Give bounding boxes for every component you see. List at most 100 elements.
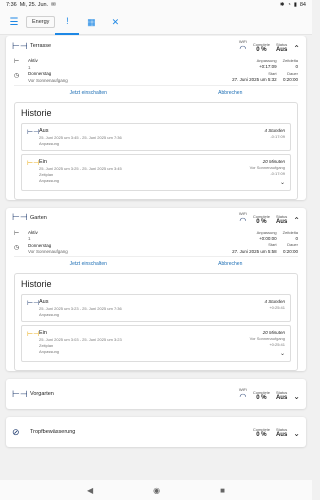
card-header[interactable]: ⊘ Tropfbewässerung Complete 0 % Status Aus… bbox=[6, 417, 306, 447]
card-header[interactable]: ⊢⊣ Vorgarten WiFi ◠ Complete 0 % Status Aus… bbox=[6, 379, 306, 409]
valve-card-terrasse: ⊢⊣ Terrasse WiFi ◠ Complete 0 % Status Aus … bbox=[6, 36, 306, 200]
history-entry[interactable]: ⊢⊣ Ein 25. Juni 2025 um 3:25 - 25. Juni … bbox=[21, 153, 291, 191]
valve-name: Vorgarten bbox=[30, 391, 54, 397]
history-panel: Historie ⊢⊣ Aus 25. Juni 2025 um 3:23 - … bbox=[14, 273, 298, 371]
history-title: Historie bbox=[21, 107, 52, 118]
valve-small-icon: ⊢ bbox=[14, 230, 20, 237]
chevron-down-icon[interactable]: ⌄ bbox=[293, 429, 300, 438]
valve-name: Tropfbewässerung bbox=[30, 429, 76, 435]
schedule-detail: ⊢ ◷ Aktiv 1 Donnerstag Vor Sonnenaufgang… bbox=[6, 228, 306, 257]
chevron-down-icon[interactable]: ⌄ bbox=[280, 179, 285, 186]
history-range: 25. Juni 2025 um 3:25 - 25. Juni 2025 um… bbox=[39, 165, 122, 171]
valve-card-garten: ⊢⊣ Garten WiFi ◠ Complete 0 % Status Aus ⌃ … bbox=[6, 207, 306, 371]
card-actions: Jetzt einschalten Abbrechen bbox=[14, 84, 298, 98]
history-entry[interactable]: ⊢⊣ Ein 25. Juni 2025 um 3:03 - 25. Juni … bbox=[21, 325, 291, 362]
clock-icon: ◷ bbox=[14, 73, 20, 79]
valve-small-icon: ⊢ bbox=[14, 59, 20, 65]
history-duration: 20 Minuten bbox=[262, 158, 285, 164]
history-right-sub: Vor Sonnenaufgang bbox=[249, 336, 285, 341]
back-icon[interactable]: ◀ bbox=[87, 486, 93, 495]
history-right-val: -0:17:09 bbox=[270, 133, 285, 139]
offset-label: Anpassung bbox=[256, 58, 277, 63]
tab-irrigation-icon[interactable]: ǃ bbox=[55, 10, 80, 35]
valve-icon: ⊢⊣ bbox=[12, 388, 28, 399]
valve-off-icon: ⊢⊣ bbox=[27, 300, 40, 307]
start-value: 27. Juni 2025 um 5:58 bbox=[232, 248, 277, 254]
repeat-sub: Vor Sonnenaufgang bbox=[28, 77, 68, 83]
history-sub: Zeitplan bbox=[39, 171, 54, 177]
history-sub: Anpassung bbox=[39, 312, 60, 317]
chevron-down-icon[interactable]: ⌄ bbox=[293, 392, 300, 401]
clock-icon: ◷ bbox=[14, 244, 20, 251]
wifi-status-icon: ◔ bbox=[287, 2, 291, 8]
home-icon[interactable]: ◉ bbox=[153, 486, 160, 495]
complete-value: 0 % bbox=[256, 395, 267, 401]
start-label: Start bbox=[268, 70, 277, 76]
history-entry[interactable]: ⊢⊣ Aus 25. Juni 2025 um 3:45 - 25. Juni … bbox=[21, 122, 291, 151]
card-header[interactable]: ⊢⊣ Garten WiFi ◠ Complete 0 % Status Aus ⌃ bbox=[6, 208, 306, 228]
start-value: 27. Juni 2025 um 5:32 bbox=[232, 77, 277, 83]
start-now-button[interactable]: Jetzt einschalten bbox=[70, 261, 107, 267]
duration-value: 0:20:00 bbox=[282, 77, 298, 83]
offset-label: Anpassung bbox=[256, 229, 277, 235]
tab-tools-icon[interactable]: ✕ bbox=[103, 10, 127, 35]
valve-icon: ⊢⊣ bbox=[12, 212, 28, 222]
history-state: Ein bbox=[39, 158, 47, 165]
wifi-icon: ◠ bbox=[239, 215, 247, 225]
history-state: Ein bbox=[39, 330, 47, 336]
status-value: Aus bbox=[275, 218, 288, 225]
repeat-label: Donnerstag bbox=[28, 71, 52, 76]
wifi-icon: ◠ bbox=[239, 392, 247, 401]
history-sub2: Anpassung bbox=[39, 349, 60, 354]
card-header[interactable]: ⊢⊣ Terrasse WiFi ◠ Complete 0 % Status Aus … bbox=[6, 36, 306, 56]
cancel-button[interactable]: Abbrechen bbox=[218, 90, 242, 96]
history-sub2: Anpassung bbox=[39, 177, 60, 183]
chevron-down-icon[interactable]: ⌄ bbox=[280, 350, 285, 357]
duration-value: 0:20:00 bbox=[282, 248, 298, 254]
wifi-icon: ◠ bbox=[239, 44, 247, 53]
zone-label: Zeitdelta bbox=[282, 229, 298, 235]
status-bar: 7:36 Mi, 25. Jun. ✉ ✱ ◔ ▮ 84 bbox=[0, 0, 312, 10]
bluetooth-icon: ✱ bbox=[279, 2, 285, 8]
valve-on-icon: ⊢⊣ bbox=[27, 331, 40, 338]
history-panel: Historie ⊢⊣ Aus 25. Juni 2025 um 3:45 - … bbox=[14, 101, 298, 200]
history-right-val: +0:25:41 bbox=[269, 342, 285, 347]
chevron-up-icon[interactable]: ⌃ bbox=[293, 216, 300, 225]
history-right-sub: Vor Sonnenaufgang bbox=[249, 164, 285, 170]
history-range: 25. Juni 2025 um 3:45 - 25. Juni 2025 um… bbox=[39, 134, 122, 140]
complete-value: 0 % bbox=[256, 431, 267, 438]
history-title: Historie bbox=[21, 279, 52, 289]
chevron-up-icon[interactable]: ⌃ bbox=[293, 44, 300, 53]
main-content: ⊢⊣ Terrasse WiFi ◠ Complete 0 % Status Aus … bbox=[0, 36, 312, 480]
valve-card-tropfbewaesserung[interactable]: ⊘ Tropfbewässerung Complete 0 % Status Aus… bbox=[6, 417, 306, 447]
start-label: Start bbox=[268, 242, 277, 248]
dashboard-title[interactable]: Energy bbox=[26, 16, 56, 28]
active-value: 1 bbox=[28, 236, 31, 241]
history-duration: 4 Stunden bbox=[264, 299, 285, 304]
status-value: Aus bbox=[275, 47, 288, 53]
hamburger-menu-icon[interactable]: ☰ bbox=[8, 16, 20, 28]
history-state: Aus bbox=[39, 127, 49, 134]
status-value: Aus bbox=[275, 431, 288, 438]
history-right-val: +0:25:41 bbox=[269, 305, 285, 310]
notification-icon: ✉ bbox=[51, 2, 56, 8]
valve-card-vorgarten[interactable]: ⊢⊣ Vorgarten WiFi ◠ Complete 0 % Status Aus… bbox=[6, 379, 306, 409]
history-sub: Zeitplan bbox=[39, 343, 54, 348]
valve-name: Terrasse bbox=[30, 43, 52, 49]
tab-calendar-icon[interactable]: ▦ bbox=[79, 10, 103, 35]
cancel-button[interactable]: Abbrechen bbox=[218, 261, 242, 267]
app-bar: ☰ Energy ǃ ▦ ✕ bbox=[0, 10, 312, 35]
recents-icon[interactable]: ■ bbox=[220, 486, 225, 495]
active-value: 1 bbox=[28, 64, 31, 70]
complete-value: 0 % bbox=[256, 47, 267, 53]
valve-icon: ⊢⊣ bbox=[12, 40, 28, 51]
zone-label: Zeitdelta bbox=[282, 58, 298, 63]
battery-level: 84 bbox=[299, 2, 306, 8]
valve-disabled-icon: ⊘ bbox=[12, 426, 20, 437]
repeat-sub: Vor Sonnenaufgang bbox=[28, 249, 68, 254]
status-value: Aus bbox=[275, 395, 288, 401]
zone-value: 0 bbox=[295, 235, 298, 241]
start-now-button[interactable]: Jetzt einschalten bbox=[70, 90, 107, 96]
history-entry[interactable]: ⊢⊣ Aus 25. Juni 2025 um 3:23 - 25. Juni … bbox=[21, 294, 291, 322]
clock: 7:36 bbox=[6, 2, 17, 8]
